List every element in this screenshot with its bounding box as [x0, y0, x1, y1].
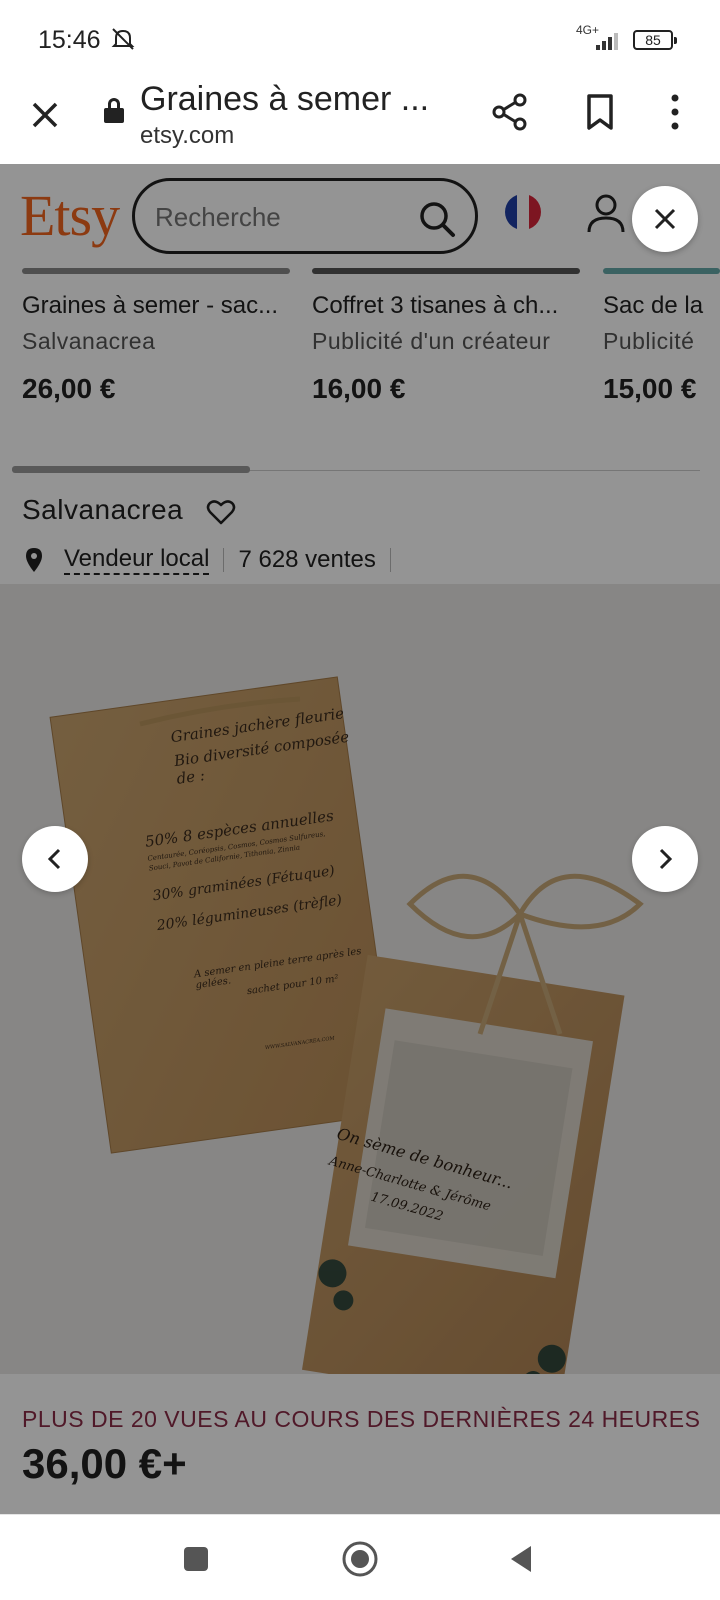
- web-page: Etsy Graines à semer - sac... Salvanacre…: [0, 164, 720, 1514]
- home-circle-icon: [342, 1541, 378, 1577]
- status-bar: 15:46 4G+ 85: [0, 0, 720, 80]
- close-icon: [654, 208, 676, 230]
- signal-icon: [596, 30, 622, 50]
- etsy-logo[interactable]: Etsy: [20, 182, 120, 249]
- close-overlay-button[interactable]: [632, 186, 698, 252]
- recommended-products: Graines à semer - sac... Salvanacrea 26,…: [0, 268, 720, 468]
- product-name: Graines à semer - sac...: [22, 292, 279, 319]
- divider: [223, 548, 225, 572]
- heart-icon[interactable]: [206, 498, 236, 526]
- search-bar[interactable]: [132, 178, 478, 254]
- more-options-icon[interactable]: [660, 90, 690, 134]
- chevron-right-icon: [659, 848, 673, 870]
- close-tab-button[interactable]: [22, 92, 68, 138]
- product-card[interactable]: Coffret 3 tisanes à ch... Publicité d'un…: [312, 268, 582, 405]
- sales-count: 7 628 ventes: [238, 546, 376, 573]
- lock-icon: [104, 98, 124, 124]
- back-triangle-icon: [511, 1546, 531, 1572]
- product-shop: Publicité d'un créateur: [312, 328, 551, 354]
- product-image-edge: [312, 268, 580, 274]
- product-image[interactable]: Graines jachère fleurie Bio diversité co…: [0, 584, 720, 1374]
- mute-icon: [110, 26, 136, 58]
- back-button[interactable]: [500, 1537, 544, 1581]
- left-card-text: Graines jachère fleurie Bio diversité co…: [130, 703, 394, 1063]
- divider: [389, 548, 391, 572]
- page-url: etsy.com: [140, 122, 235, 149]
- etsy-header: Etsy: [0, 164, 720, 264]
- product-price: 26,00 €: [22, 373, 116, 404]
- location-pin-icon: [26, 548, 42, 572]
- product-image-edge: [603, 268, 720, 274]
- bookmark-icon[interactable]: [578, 90, 622, 134]
- system-nav-bar: [0, 1514, 720, 1600]
- recent-apps-button[interactable]: [174, 1537, 218, 1581]
- product-name: Coffret 3 tisanes à ch...: [312, 292, 559, 319]
- search-icon[interactable]: [417, 199, 457, 239]
- square-icon: [184, 1547, 208, 1571]
- views-notice: PLUS DE 20 VUES AU COURS DES DERNIÈRES 2…: [22, 1406, 701, 1432]
- product-price: 16,00 €: [312, 373, 406, 404]
- listing-summary: PLUS DE 20 VUES AU COURS DES DERNIÈRES 2…: [0, 1374, 720, 1514]
- shop-meta: Vendeur local 7 628 ventes: [24, 544, 405, 576]
- carousel-scroll-indicator: [12, 466, 250, 473]
- france-flag-icon[interactable]: [505, 194, 541, 230]
- page-title: Graines à semer ...: [140, 80, 430, 118]
- custom-tab-toolbar: Graines à semer ... etsy.com: [0, 80, 720, 164]
- product-shop: Publicité: [603, 328, 695, 354]
- battery-icon: 85: [633, 30, 677, 50]
- product-name: Sac de la: [603, 292, 704, 319]
- product-image-edge: [22, 268, 290, 274]
- listing-price: 36,00 €+: [22, 1440, 187, 1487]
- product-card[interactable]: Graines à semer - sac... Salvanacrea 26,…: [22, 268, 292, 405]
- home-button[interactable]: [338, 1537, 382, 1581]
- next-image-button[interactable]: [632, 826, 698, 892]
- chevron-left-icon: [47, 848, 61, 870]
- local-seller-link[interactable]: Vendeur local: [64, 545, 210, 575]
- shop-name[interactable]: Salvanacrea: [22, 494, 183, 526]
- product-shop: Salvanacrea: [22, 328, 156, 354]
- product-card[interactable]: Sac de la Publicité 15,00 €: [603, 268, 720, 405]
- user-icon[interactable]: [586, 192, 626, 234]
- status-time: 15:46: [38, 26, 101, 54]
- previous-image-button[interactable]: [22, 826, 88, 892]
- share-icon[interactable]: [488, 90, 532, 134]
- product-price: 15,00 €: [603, 373, 697, 404]
- search-input[interactable]: [155, 199, 395, 235]
